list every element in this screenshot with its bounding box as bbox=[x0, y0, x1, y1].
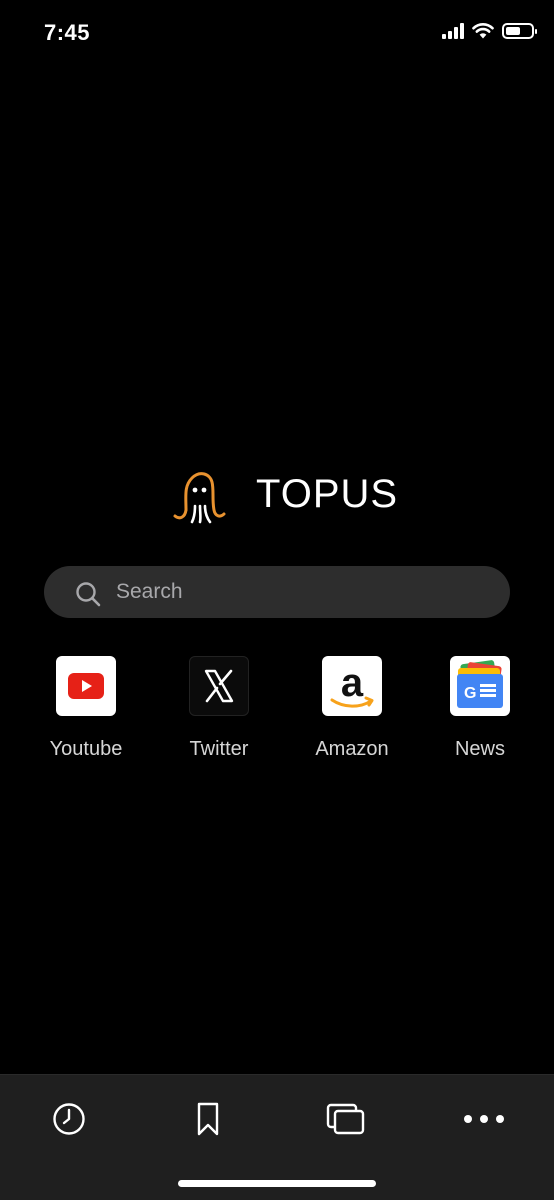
svg-text:G: G bbox=[464, 685, 476, 702]
brand: TOPUS bbox=[0, 462, 554, 528]
tabs-icon bbox=[326, 1103, 365, 1135]
search-placeholder: Search bbox=[116, 580, 183, 603]
more-icon bbox=[464, 1115, 504, 1123]
bookmark-icon bbox=[197, 1102, 219, 1136]
more-button[interactable] bbox=[462, 1097, 506, 1141]
status-time: 7:45 bbox=[44, 20, 91, 45]
status-icons bbox=[442, 22, 537, 39]
search-icon bbox=[76, 582, 101, 607]
shortcut-label: News bbox=[454, 738, 505, 760]
shortcut-label: Amazon bbox=[315, 738, 389, 760]
shortcut-youtube[interactable]: Youtube bbox=[36, 656, 136, 761]
bookmarks-button[interactable] bbox=[186, 1097, 230, 1141]
home-indicator bbox=[178, 1180, 376, 1187]
shortcut-twitter[interactable]: Twitter bbox=[169, 656, 269, 761]
youtube-icon bbox=[56, 656, 116, 716]
history-button[interactable] bbox=[47, 1097, 91, 1141]
wifi-icon bbox=[472, 23, 494, 39]
search-input[interactable] bbox=[44, 566, 510, 618]
shortcut-news[interactable]: G News bbox=[430, 656, 530, 761]
cellular-signal-icon bbox=[442, 22, 464, 39]
shortcut-label: Youtube bbox=[49, 738, 123, 760]
shortcut-amazon[interactable]: a Amazon bbox=[302, 656, 402, 761]
brand-title: TOPUS bbox=[256, 472, 399, 516]
battery-icon bbox=[502, 22, 537, 39]
status-bar: 7:45 bbox=[0, 0, 554, 70]
google-news-icon: G bbox=[450, 656, 510, 716]
amazon-icon: a bbox=[322, 656, 382, 716]
shortcut-label: Twitter bbox=[189, 738, 249, 760]
octopus-logo-icon bbox=[173, 472, 226, 524]
tabs-button[interactable] bbox=[324, 1097, 368, 1141]
x-icon bbox=[189, 656, 249, 716]
clock-icon bbox=[53, 1103, 85, 1135]
svg-text:a: a bbox=[341, 661, 364, 705]
